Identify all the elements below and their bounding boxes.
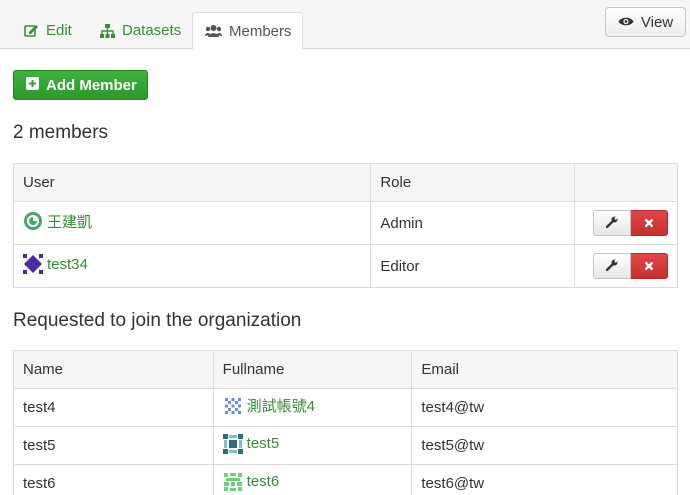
tab-edit-label: Edit [46,22,72,39]
avatar [222,395,243,416]
tab-members-label: Members [229,22,292,40]
request-user-link[interactable]: test5 [222,433,280,454]
edit-member-button[interactable] [593,253,631,279]
member-username: 王建凱 [47,213,93,231]
member-username: test34 [47,255,88,273]
add-member-label: Add Member [46,76,137,94]
member-actions-cell [574,201,678,245]
member-role: Editor [370,244,575,288]
column-header-actions [574,163,678,202]
view-button[interactable]: View [605,7,686,37]
view-button-label: View [640,13,674,31]
table-row: 王建凱 Admin [12,201,678,245]
request-fullname: test5 [246,435,280,452]
requests-table: Name Fullname Email test4 測試帳號4 test4@tw… [13,350,678,495]
member-user-cell: 王建凱 [12,201,372,245]
edit-icon [24,23,39,38]
tab-edit[interactable]: Edit [12,12,84,49]
request-fullname: test6 [246,473,280,490]
member-user-link[interactable]: 王建凱 [23,211,92,232]
members-table: User Role 王建凱 Admin test34 Editor [12,163,678,288]
column-header-fullname: Fullname [212,350,413,389]
members-header-row: User Role [12,163,678,202]
tab-bar: Edit Datasets Members View [0,0,690,50]
avatar [23,254,43,274]
wrench-icon [605,215,618,232]
request-email: test5@tw [411,426,678,465]
requests-heading: Requested to join the organization [13,310,302,331]
request-fullname: 測試帳號4 [246,398,316,416]
column-header-user: User [12,163,372,202]
avatar [23,211,43,231]
delete-member-button[interactable] [631,210,668,236]
member-actions [584,253,668,279]
request-fullname-cell: 測試帳號4 [212,388,413,427]
sitemap-icon [100,23,115,38]
request-user-link[interactable]: test6 [222,471,280,492]
close-icon [644,215,654,232]
column-header-name: Name [13,350,214,389]
delete-member-button[interactable] [631,253,668,279]
requests-header-row: Name Fullname Email [13,350,678,389]
tab-members[interactable]: Members [192,12,303,50]
close-icon [644,258,654,275]
request-email: test6@tw [411,464,678,495]
request-fullname-cell: test6 [212,464,413,495]
tab-datasets[interactable]: Datasets [88,12,190,49]
member-user-link[interactable]: test34 [23,254,88,274]
edit-member-button[interactable] [593,210,631,236]
member-actions [584,210,668,236]
eye-icon [618,14,634,31]
column-header-role: Role [370,163,575,202]
table-row: test34 Editor [12,244,678,288]
wrench-icon [605,258,618,275]
member-action-group [593,253,668,279]
request-email: test4@tw [411,388,678,427]
member-actions-cell [574,244,678,288]
request-user-link[interactable]: 測試帳號4 [222,395,316,416]
tab-datasets-label: Datasets [122,22,182,39]
request-name: test5 [13,426,214,465]
table-row: test6 test6 test6@tw [13,464,678,495]
request-fullname-cell: test5 [212,426,413,465]
table-row: test5 test5 test5@tw [13,426,678,465]
request-name: test4 [13,388,214,427]
avatar [222,433,243,454]
plus-square-icon [26,76,39,94]
column-header-email: Email [411,350,678,389]
members-count-heading: 2 members [13,122,109,143]
group-icon [205,24,222,38]
table-row: test4 測試帳號4 test4@tw [13,388,678,427]
request-name: test6 [13,464,214,495]
add-member-button[interactable]: Add Member [13,70,148,100]
avatar [222,471,243,492]
member-action-group [593,210,668,236]
member-role: Admin [370,201,575,245]
member-user-cell: test34 [12,244,372,288]
